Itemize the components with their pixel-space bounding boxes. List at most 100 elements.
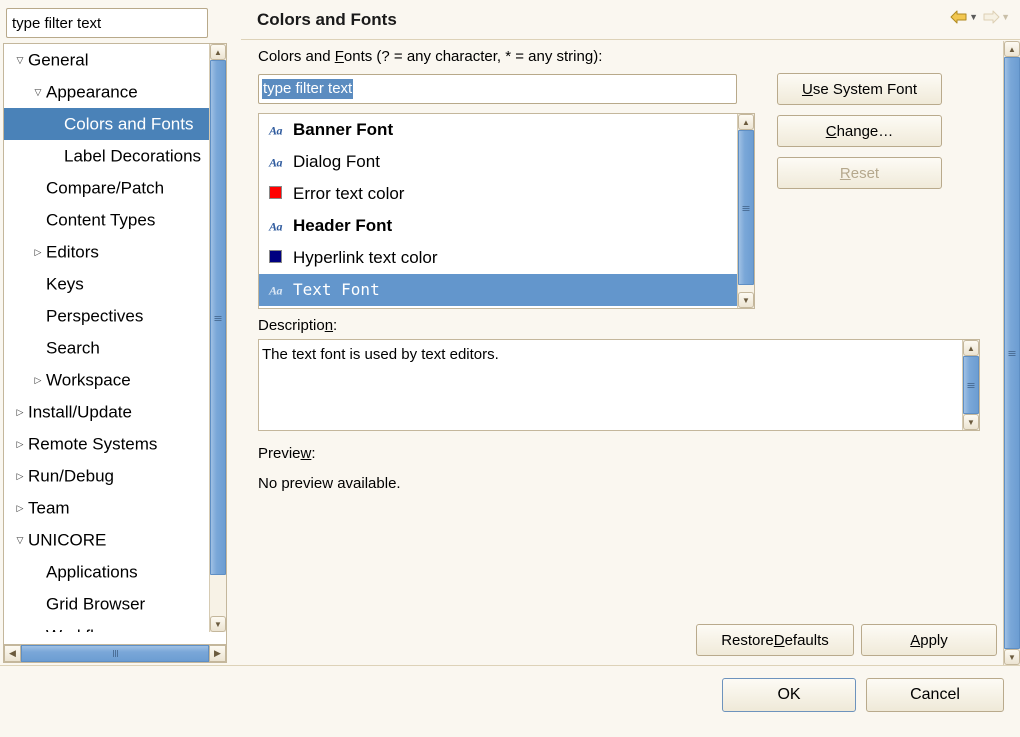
sidebar-item-label: Editors [46,242,99,262]
font-filter-input[interactable]: type filter text [258,74,737,104]
triangle-right-icon[interactable]: ▷ [12,492,28,524]
btn-text-post: pply [920,631,948,649]
sidebar-vertical-scrollbar[interactable]: ▲ ▼ [209,44,226,632]
chevron-up-icon[interactable]: ▲ [1004,41,1020,57]
chevron-up-icon[interactable]: ▲ [963,340,979,356]
chevron-down-icon[interactable]: ▼ [969,12,978,22]
font-list-item[interactable]: Hyperlink text color [259,242,739,274]
triangle-right-icon[interactable]: ▷ [12,428,28,460]
scrollbar-track[interactable] [210,60,226,616]
scrollbar-thumb[interactable] [738,130,754,285]
dialog-footer: OK Cancel [0,665,1020,737]
sidebar-item-general[interactable]: ▽ General [4,44,212,76]
chevron-up-icon[interactable]: ▲ [738,114,754,130]
sidebar-horizontal-scrollbar[interactable]: ◀ ▶ [3,644,227,663]
scrollbar-track-horizontal[interactable] [21,645,209,662]
sidebar-item-grid-browser[interactable]: Grid Browser [4,588,212,620]
font-list-item[interactable]: Aa Text Font [259,274,739,306]
font-list-item[interactable]: Aa Banner Font [259,114,739,146]
colors-and-fonts-list[interactable]: Aa Banner Font Aa Dialog Font Error text col… [258,113,755,309]
font-aa-icon: Aa [269,114,283,147]
scrollbar-track[interactable] [963,356,979,414]
cancel-button[interactable]: Cancel [866,678,1004,712]
back-arrow-icon [950,10,967,24]
sidebar-item-appearance[interactable]: ▽ Appearance [4,76,212,108]
sidebar-item-install-update[interactable]: ▷ Install/Update [4,396,212,428]
sidebar-item-workflows[interactable]: Workflows [4,620,212,632]
scrollbar-grip-icon [112,650,118,657]
sidebar-item-content-types[interactable]: Content Types [4,204,212,236]
triangle-right-icon[interactable]: ▷ [12,460,28,492]
sidebar-item-search[interactable]: Search [4,332,212,364]
sidebar-item-label: Compare/Patch [46,178,165,198]
apply-button[interactable]: Apply [861,624,997,656]
font-list-item-label: Text Font [293,280,380,299]
triangle-down-icon[interactable]: ▽ [12,524,28,556]
scrollbar-thumb[interactable] [1004,57,1020,649]
triangle-right-icon[interactable]: ▷ [12,396,28,428]
triangle-right-icon[interactable]: ▷ [30,236,46,268]
font-filter-value[interactable]: type filter text [262,79,354,99]
sidebar-item-unicore[interactable]: ▽ UNICORE [4,524,212,556]
sidebar-filter-input[interactable] [6,8,208,38]
chevron-down-icon[interactable]: ▼ [1004,649,1020,665]
btn-mnemonic: R [839,164,851,182]
scrollbar-thumb-horizontal[interactable] [21,645,209,662]
sidebar-item-run-debug[interactable]: ▷ Run/Debug [4,460,212,492]
sidebar-item-label: Colors and Fonts [64,114,194,134]
sidebar-item-keys[interactable]: Keys [4,268,212,300]
sidebar-item-remote-systems[interactable]: ▷ Remote Systems [4,428,212,460]
color-swatch [269,250,282,263]
sidebar-item-label: Search [46,338,100,358]
sidebar-item-label: Team [28,498,70,518]
sidebar-item-applications[interactable]: Applications [4,556,212,588]
sidebar-item-label: Applications [46,562,138,582]
sidebar-item-colors-and-fonts[interactable]: Colors and Fonts [4,108,212,140]
font-list-item[interactable]: Aa Dialog Font [259,146,739,178]
scrollbar-track[interactable] [1004,57,1020,649]
change-button[interactable]: Change… [777,115,942,147]
font-list-item[interactable]: Error text color [259,178,739,210]
filter-label-post: onts (? = any character, * = any string)… [343,48,603,65]
chevron-down-icon[interactable]: ▼ [738,292,754,308]
use-system-font-button[interactable]: Use System Font [777,73,942,105]
sidebar-item-workspace[interactable]: ▷ Workspace [4,364,212,396]
preview-label-mnemonic: w [300,445,312,462]
chevron-right-icon[interactable]: ▶ [209,645,226,662]
chevron-down-icon[interactable]: ▼ [963,414,979,430]
triangle-down-icon[interactable]: ▽ [30,76,46,108]
chevron-down-icon[interactable]: ▼ [210,616,226,632]
back-button[interactable]: ▼ [950,10,978,24]
sidebar-item-editors[interactable]: ▷ Editors [4,236,212,268]
font-list-item-label: Header Font [293,216,393,235]
scrollbar-thumb[interactable] [210,60,226,575]
preview-label: Preview: [258,445,316,462]
sidebar-item-label-decorations[interactable]: Label Decorations [4,140,212,172]
restore-defaults-button[interactable]: Restore Defaults [696,624,854,656]
forward-button[interactable]: ▼ [982,10,1010,24]
btn-text-pre: Restore [721,631,774,649]
triangle-down-icon[interactable]: ▽ [12,44,28,76]
font-aa-icon: Aa [269,274,283,307]
preferences-tree[interactable]: ▽ General ▽ Appearance Colors and Fonts Label… [3,43,227,648]
font-aa-glyph: Aa [269,123,283,138]
color-swatch-icon [269,242,282,274]
page-vertical-scrollbar[interactable]: ▲ ▼ [1003,41,1020,665]
sidebar-item-perspectives[interactable]: Perspectives [4,300,212,332]
chevron-up-icon[interactable]: ▲ [210,44,226,60]
description-vertical-scrollbar[interactable]: ▲ ▼ [962,340,979,430]
scrollbar-thumb[interactable] [963,356,979,414]
font-list-item-label: Banner Font [293,120,394,139]
scrollbar-grip-icon [967,383,975,388]
triangle-right-icon[interactable]: ▷ [30,364,46,396]
page-title-bar: Colors and Fonts ▼ ▼ [241,0,1020,40]
preferences-tree-list: ▽ General ▽ Appearance Colors and Fonts Label… [4,44,212,632]
ok-button[interactable]: OK [722,678,856,712]
scrollbar-track[interactable] [738,130,754,292]
sidebar-item-team[interactable]: ▷ Team [4,492,212,524]
description-textarea[interactable]: The text font is used by text editors. ▲… [258,339,980,431]
chevron-left-icon[interactable]: ◀ [4,645,21,662]
sidebar-item-compare-patch[interactable]: Compare/Patch [4,172,212,204]
font-list-item[interactable]: Aa Header Font [259,210,739,242]
list-vertical-scrollbar[interactable]: ▲ ▼ [737,114,754,308]
